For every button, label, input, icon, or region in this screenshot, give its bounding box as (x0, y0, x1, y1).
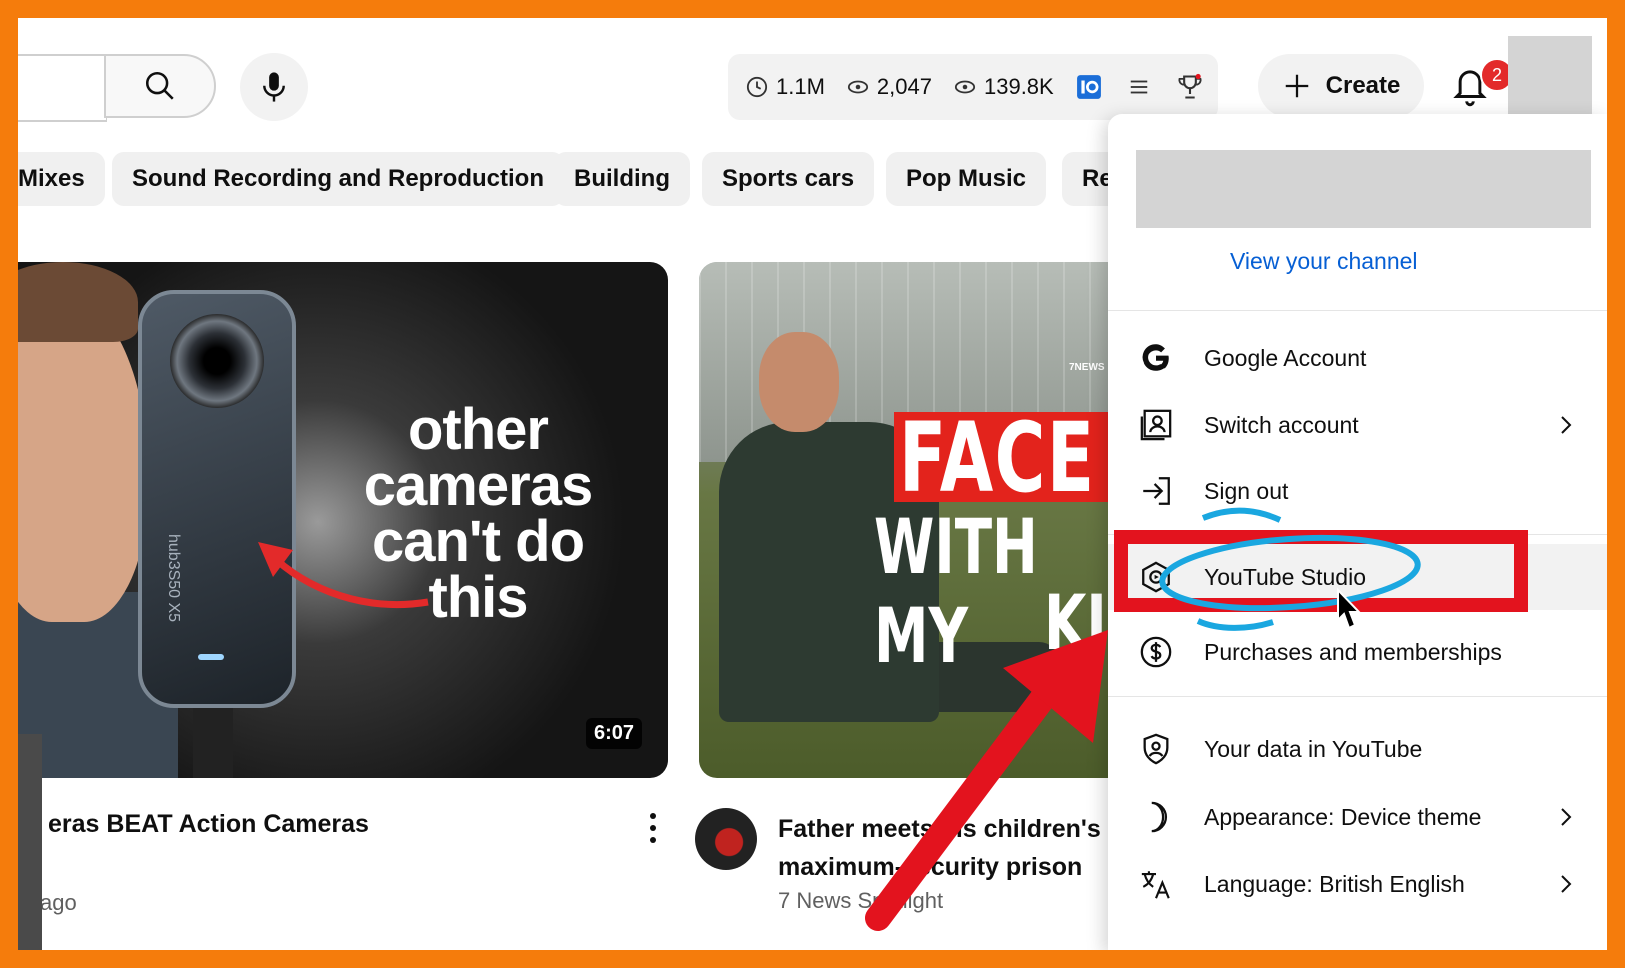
menu-divider (1108, 310, 1607, 311)
thumbnail-caption-with: WITH MY (874, 502, 1038, 680)
extension-menu-button[interactable] (1128, 76, 1150, 98)
caption-line: other (408, 397, 549, 462)
hamburger-icon (1130, 80, 1147, 94)
video-title-2[interactable]: Father meets his children's maximum-secu… (778, 810, 1108, 886)
chip-sports-cars[interactable]: Sports cars (702, 152, 875, 206)
menu-divider (1108, 696, 1607, 697)
thumbnail-red-arrow (258, 542, 429, 608)
menu-item-label: Sign out (1204, 477, 1289, 504)
menu-item-appearance[interactable]: Appearance: Device theme (1108, 784, 1607, 850)
menu-item-purchases[interactable]: Purchases and memberships (1108, 619, 1607, 685)
chip-pop-music[interactable]: Pop Music (886, 152, 1047, 206)
search-icon (145, 71, 174, 100)
eye-icon (847, 80, 869, 94)
video-thumbnail-1[interactable]: hub3S50 X5 other cameras can't do this (18, 262, 668, 778)
thumbnail-man-head (759, 332, 839, 432)
left-edge-bar (18, 734, 42, 950)
avatar[interactable] (1508, 36, 1592, 116)
stat-value: 139.8K (983, 74, 1054, 99)
achievements-button[interactable] (1176, 73, 1204, 101)
video-title-1[interactable]: eras BEAT Action Cameras (48, 810, 369, 839)
search-input[interactable] (18, 54, 107, 122)
vidiq-icon (1076, 75, 1101, 99)
chevron-right-icon (1561, 416, 1572, 434)
trophy-icon (1178, 73, 1202, 99)
news-logo: 7NEWS (1069, 362, 1105, 373)
chip-label: Mixes (18, 165, 85, 192)
channel-name[interactable]: 7 News Spotlight (778, 888, 943, 914)
chip-mixes[interactable]: Mixes (18, 152, 105, 206)
highlight-box (1114, 530, 1528, 612)
voice-search-button[interactable] (240, 53, 308, 121)
thumbnail-person-hair (18, 262, 138, 342)
stat-views: 1.1M (746, 74, 825, 100)
chip-bar: Mixes Sound Recording and Reproduction B… (18, 152, 1218, 208)
more-vert-icon[interactable] (648, 808, 658, 848)
menu-item-label: Language: British English (1204, 870, 1465, 897)
camera-label: hub3S50 X5 (165, 534, 182, 623)
menu-item-label: Appearance: Device theme (1204, 803, 1482, 830)
video-duration: 6:07 (586, 718, 643, 749)
stat-subscribers: 139.8K (954, 74, 1054, 100)
thumbnail-caption-face: FACE (899, 402, 1096, 514)
chip-label: Sound Recording and Reproduction (132, 165, 544, 192)
create-button[interactable]: Create (1258, 54, 1424, 118)
translate-icon (1138, 866, 1174, 902)
shield-person-icon (1138, 731, 1174, 767)
microphone-icon (263, 72, 285, 102)
thumbnail-camera: hub3S50 X5 (138, 290, 296, 708)
menu-item-label: Switch account (1204, 411, 1359, 438)
switch-account-icon (1138, 407, 1174, 443)
menu-item-your-data[interactable]: Your data in YouTube (1108, 716, 1607, 782)
camera-led (198, 654, 224, 660)
video-thumbnail-2[interactable]: 7NEWS FACE WITH MY KI (699, 262, 1119, 778)
thumbnail-caption-ki: KI (1044, 578, 1107, 667)
channel-avatar[interactable] (695, 808, 757, 870)
video-meta-1: ago (40, 890, 77, 915)
menu-item-label: Purchases and memberships (1204, 638, 1502, 665)
stat-value: 1.1M (776, 74, 825, 99)
chip-sound-recording[interactable]: Sound Recording and Reproduction (112, 152, 564, 206)
menu-item-google-account[interactable]: Google Account (1108, 325, 1607, 391)
google-icon (1138, 340, 1174, 376)
search-button[interactable] (104, 54, 216, 118)
eye-icon (954, 80, 976, 94)
menu-item-sign-out[interactable]: Sign out (1108, 458, 1607, 524)
camera-lens (170, 314, 264, 408)
stat-likes: 2,047 (847, 74, 932, 100)
moon-icon (1138, 799, 1174, 835)
chevron-right-icon (1561, 808, 1572, 826)
chip-label: Building (574, 165, 670, 192)
menu-item-label: Your data in YouTube (1204, 735, 1423, 762)
plus-icon (1285, 74, 1308, 98)
chevron-right-icon (1561, 875, 1572, 893)
menu-item-switch-account[interactable]: Switch account (1108, 392, 1607, 458)
screenshot-frame: 1.1M 2,047 139.8K Create 2 Mixes Sound R… (18, 18, 1607, 950)
sign-out-icon (1138, 473, 1174, 509)
menu-item-label: Google Account (1204, 344, 1367, 371)
create-label: Create (1325, 72, 1401, 99)
chip-building[interactable]: Building (554, 152, 690, 206)
extension-stats-bar: 1.1M 2,047 139.8K (728, 54, 1218, 120)
profile-info-redacted (1136, 150, 1591, 228)
stat-value: 2,047 (876, 74, 932, 99)
vidiq-button[interactable] (1076, 74, 1102, 100)
chip-label: Sports cars (722, 165, 855, 192)
view-channel-link[interactable]: View your channel (1230, 248, 1418, 275)
caption-line: cameras (363, 453, 593, 518)
thumbnail-camera-stem (193, 702, 233, 778)
menu-item-language[interactable]: Language: British English (1108, 851, 1607, 917)
chip-label: Pop Music (906, 165, 1027, 192)
clock-icon (746, 76, 768, 98)
dollar-icon (1138, 634, 1174, 670)
